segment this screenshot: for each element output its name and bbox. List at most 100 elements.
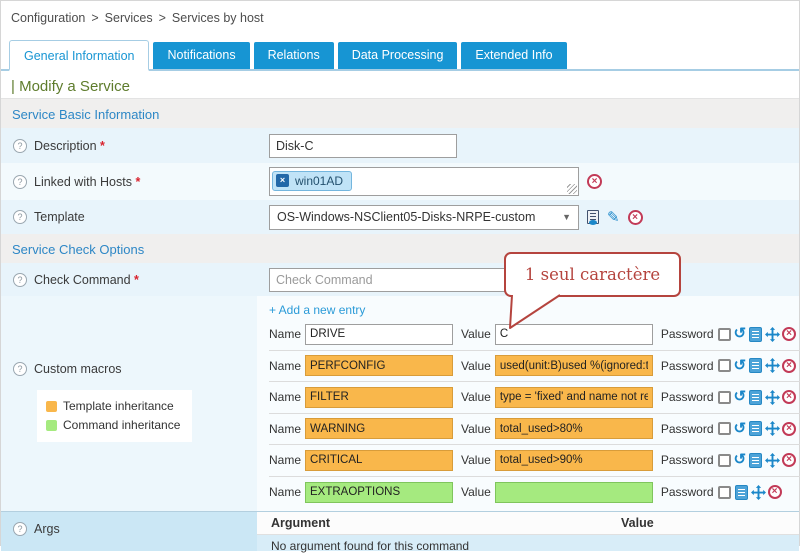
macro-list-icon[interactable] (735, 485, 748, 500)
password-checkbox[interactable] (718, 422, 731, 435)
macro-list-icon[interactable] (749, 327, 762, 342)
breadcrumb-separator: > (159, 11, 166, 25)
macro-value-input[interactable] (495, 387, 653, 408)
clear-hosts-icon[interactable]: × (587, 174, 602, 189)
macro-name-input[interactable] (305, 387, 453, 408)
help-icon[interactable]: ? (13, 139, 27, 153)
password-checkbox[interactable] (718, 454, 731, 467)
move-icon[interactable] (765, 453, 780, 468)
breadcrumb-item[interactable]: Configuration (11, 11, 85, 25)
macro-name-input[interactable] (305, 482, 453, 503)
help-icon[interactable]: ? (13, 175, 27, 189)
move-icon[interactable] (765, 358, 780, 373)
delete-macro-icon[interactable]: × (768, 485, 782, 499)
tab-extended-info[interactable]: Extended Info (461, 42, 566, 69)
template-select[interactable]: OS-Windows-NSClient05-Disks-NRPE-custom … (269, 205, 579, 230)
macro-value-input[interactable] (495, 482, 653, 503)
delete-macro-icon[interactable]: × (782, 359, 796, 373)
macro-list-icon[interactable] (749, 421, 762, 436)
breadcrumb-item[interactable]: Services (105, 11, 153, 25)
description-label: ? Description (1, 139, 257, 153)
args-empty-message: No argument found for this command (257, 535, 799, 557)
form-row-description: ? Description (1, 128, 799, 163)
macro-value-input[interactable] (495, 450, 653, 471)
macro-row: Name Value Password ↺ × (269, 477, 800, 509)
remove-tag-icon[interactable]: × (276, 174, 289, 187)
host-tag: ×win01AD (272, 171, 352, 191)
move-icon[interactable] (765, 421, 780, 436)
move-icon[interactable] (765, 327, 780, 342)
move-icon[interactable] (765, 390, 780, 405)
edit-template-icon[interactable]: ✎ (607, 210, 620, 225)
undo-icon[interactable]: ↺ (734, 359, 747, 373)
macro-row: Name Value Password ↺ × (269, 351, 800, 383)
macro-list-icon[interactable] (749, 453, 762, 468)
macro-row: Name Value Password ↺ × (269, 445, 800, 477)
tab-bar: General Information Notifications Relati… (1, 40, 799, 71)
macro-row: Name Value Password ↺ × (269, 382, 800, 414)
linked-hosts-input[interactable]: ×win01AD (269, 167, 579, 196)
undo-icon[interactable]: ↺ (734, 390, 747, 404)
legend-item-command: Command inheritance (46, 416, 180, 435)
template-label: ? Template (1, 210, 257, 224)
description-input[interactable] (269, 134, 457, 158)
breadcrumb-item[interactable]: Services by host (172, 11, 264, 25)
clear-template-icon[interactable]: × (628, 210, 643, 225)
undo-icon[interactable]: ↺ (734, 453, 747, 467)
macro-list-icon[interactable] (749, 358, 762, 373)
page-title: Modify a Service (1, 71, 799, 99)
legend-swatch (46, 420, 57, 431)
chevron-down-icon: ▼ (562, 212, 571, 222)
form-row-template: ? Template OS-Windows-NSClient05-Disks-N… (1, 200, 799, 234)
form-row-linked-hosts: ? Linked with Hosts ×win01AD × (1, 163, 799, 200)
inheritance-legend: Template inheritance Command inheritance (37, 390, 192, 442)
view-template-icon[interactable] (587, 210, 599, 224)
tab-notifications[interactable]: Notifications (153, 42, 249, 69)
args-table: Argument Value No argument found for thi… (257, 512, 799, 551)
annotation-callout-tail (506, 295, 576, 335)
macro-name-input[interactable] (305, 450, 453, 471)
args-label: ? Args (1, 512, 257, 551)
args-header-value: Value (621, 516, 654, 530)
delete-macro-icon[interactable]: × (782, 453, 796, 467)
form-row-custom-macros: ? Custom macros Template inheritance Com… (1, 296, 799, 511)
tab-general-information[interactable]: General Information (9, 40, 149, 71)
tab-data-processing[interactable]: Data Processing (338, 42, 458, 69)
macro-name-input[interactable] (305, 418, 453, 439)
macro-value-input[interactable] (495, 355, 653, 376)
check-command-label: ? Check Command (1, 273, 257, 287)
macro-name-input[interactable] (305, 355, 453, 376)
delete-macro-icon[interactable]: × (782, 390, 796, 404)
undo-icon[interactable]: ↺ (734, 422, 747, 436)
help-icon[interactable]: ? (13, 522, 27, 536)
macro-name-input[interactable] (305, 324, 453, 345)
password-checkbox[interactable] (718, 328, 731, 341)
password-checkbox[interactable] (718, 391, 731, 404)
linked-hosts-label: ? Linked with Hosts (1, 175, 257, 189)
custom-macros-label: ? Custom macros Template inheritance Com… (1, 296, 257, 511)
help-icon[interactable]: ? (13, 362, 27, 376)
breadcrumb: Configuration > Services > Services by host (1, 1, 799, 27)
legend-swatch (46, 401, 57, 412)
legend-item-template: Template inheritance (46, 397, 180, 416)
annotation-callout: 1 seul caractère (504, 252, 681, 297)
macro-value-input[interactable] (495, 418, 653, 439)
undo-icon[interactable]: ↺ (734, 327, 747, 341)
args-header-argument: Argument (271, 516, 621, 530)
password-checkbox[interactable] (718, 359, 731, 372)
delete-macro-icon[interactable]: × (782, 422, 796, 436)
macro-list-icon[interactable] (749, 390, 762, 405)
tab-relations[interactable]: Relations (254, 42, 334, 69)
args-table-header: Argument Value (257, 512, 799, 535)
move-icon[interactable] (751, 485, 766, 500)
help-icon[interactable]: ? (13, 273, 27, 287)
section-header-basic: Service Basic Information (1, 99, 799, 128)
macro-row: Name Value Password ↺ × (269, 414, 800, 446)
resize-handle[interactable] (567, 184, 577, 194)
form-row-args: ? Args Argument Value No argument found … (1, 511, 799, 551)
add-new-entry-link[interactable]: + Add a new entry (269, 303, 365, 317)
breadcrumb-separator: > (91, 11, 98, 25)
password-checkbox[interactable] (718, 486, 731, 499)
delete-macro-icon[interactable]: × (782, 327, 796, 341)
help-icon[interactable]: ? (13, 210, 27, 224)
